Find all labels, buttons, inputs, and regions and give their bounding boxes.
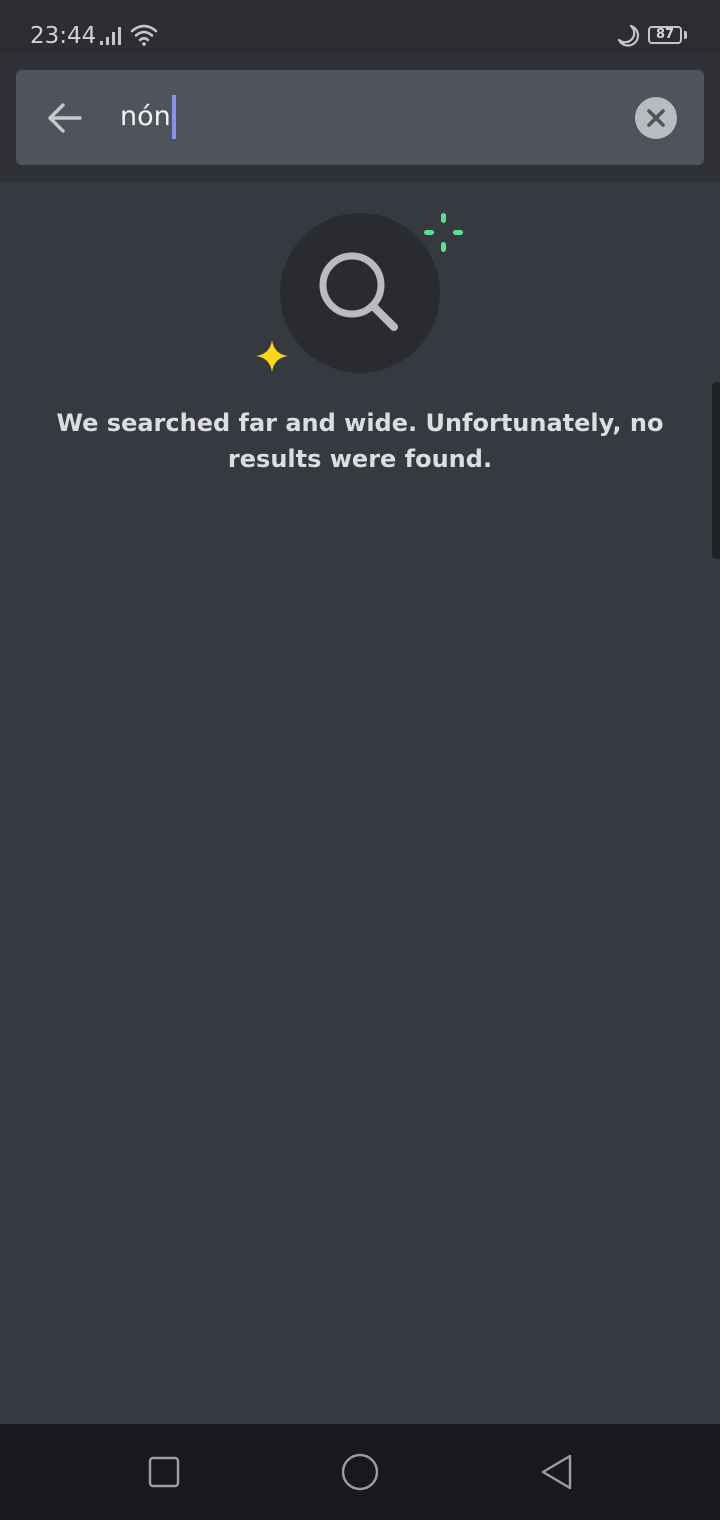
moon-icon	[617, 24, 640, 47]
status-bar: 23:44 87	[0, 0, 720, 54]
search-input[interactable]: nón	[120, 95, 176, 139]
spark-burst-icon	[424, 213, 463, 252]
search-box: nón	[16, 70, 704, 165]
back-nav-button[interactable]	[532, 1448, 580, 1496]
home-button[interactable]	[336, 1448, 384, 1496]
battery-tip	[684, 31, 687, 39]
sparkle-icon	[256, 340, 288, 372]
text-caret	[171, 95, 176, 139]
search-screen: 23:44 87 nón We searched far and wide. U…	[0, 0, 720, 1520]
signal-icon	[100, 27, 121, 45]
close-icon	[647, 109, 665, 127]
back-button[interactable]	[38, 92, 90, 144]
battery-level: 87	[655, 27, 675, 42]
recents-button[interactable]	[140, 1448, 188, 1496]
system-nav-bar	[0, 1424, 720, 1520]
status-time: 23:44	[30, 23, 97, 49]
search-header: nón	[0, 54, 720, 182]
wifi-icon	[130, 24, 158, 46]
home-circle-icon	[341, 1453, 379, 1491]
arrow-left-icon	[48, 103, 82, 133]
search-query-text: nón	[120, 101, 171, 132]
recents-square-icon	[148, 1456, 180, 1488]
clear-search-button[interactable]	[635, 97, 677, 139]
back-triangle-icon	[541, 1454, 572, 1490]
empty-state-illustration	[256, 213, 463, 373]
scrollbar[interactable]	[712, 382, 720, 559]
no-results-message: We searched far and wide. Unfortunately,…	[56, 409, 664, 473]
magnifier-backdrop	[280, 213, 440, 373]
